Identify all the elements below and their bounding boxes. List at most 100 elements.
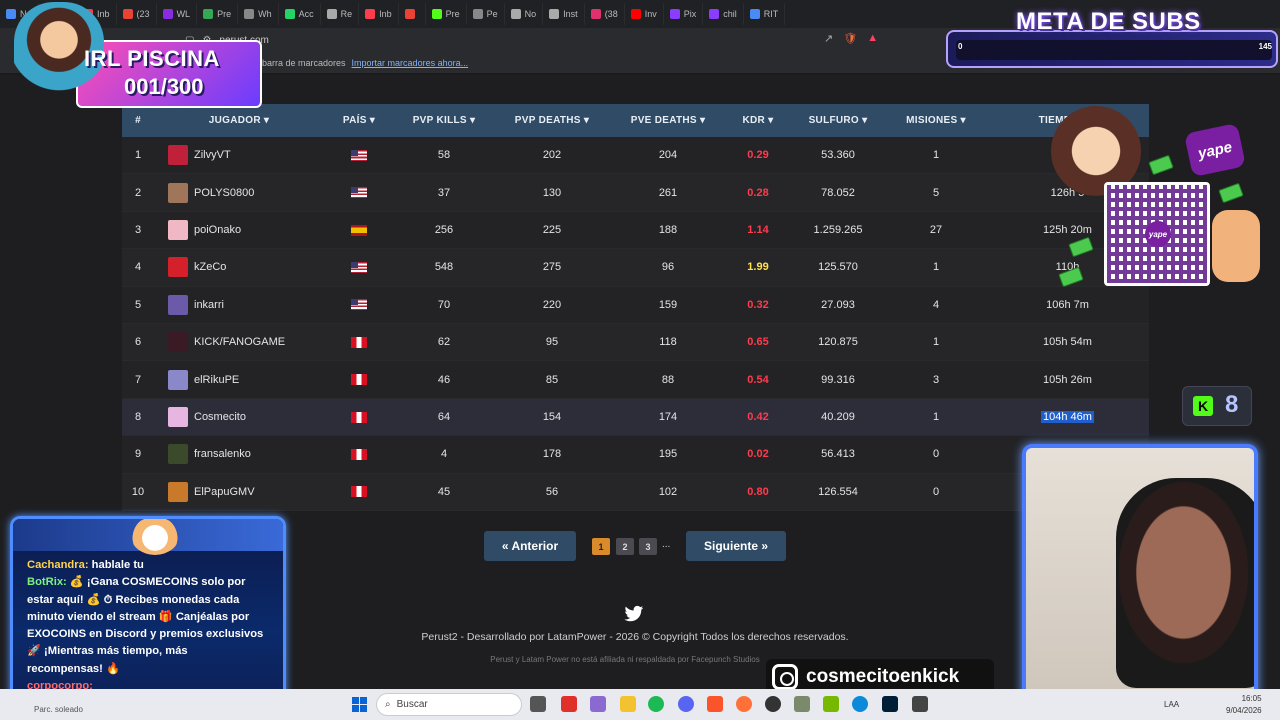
player-cell[interactable]: elRikuPE	[154, 369, 324, 390]
clock-time: 16:05	[1241, 694, 1262, 703]
browser-tab[interactable]: RIT	[744, 3, 786, 25]
browser-tab[interactable]: Pix	[664, 3, 704, 25]
windows-start-icon[interactable]	[352, 697, 367, 712]
header-player[interactable]: JUGADOR ▾	[154, 115, 324, 126]
player-avatar	[168, 294, 188, 315]
table-row[interactable]: 9 fransalenko 4 178 195 0.02 56.413 0	[122, 436, 1149, 474]
player-cell[interactable]: KICK/FANOGAME	[154, 332, 324, 353]
previous-page-button[interactable]: « Anterior	[484, 531, 576, 561]
tab-label: (38	[604, 9, 618, 19]
brave-rewards-icon[interactable]: ▲	[867, 32, 878, 45]
player-cell[interactable]: ZilvyVT	[154, 145, 324, 166]
nvidia-icon[interactable]	[823, 696, 839, 712]
header-pvp-deaths[interactable]: PVP DEATHS ▾	[494, 115, 610, 126]
header-misiones[interactable]: MISIONES ▾	[886, 115, 986, 126]
browser-tab[interactable]: No	[505, 3, 544, 25]
taskview-icon[interactable]	[530, 696, 546, 712]
search-placeholder: Buscar	[396, 699, 428, 710]
table-row[interactable]: 8 Cosmecito 64 154 174 0.42 40.209 1 104…	[122, 398, 1149, 437]
handle-text: cosmecitoenkick	[806, 666, 960, 687]
discord-icon[interactable]	[678, 696, 694, 712]
country-flag-icon	[351, 448, 367, 460]
clock-date: 9/04/2026	[1226, 706, 1262, 715]
browser-tab[interactable]: chil	[703, 3, 744, 25]
player-cell[interactable]: kZeCo	[154, 257, 324, 278]
kdr-cell: 0.02	[747, 448, 769, 461]
player-cell[interactable]: inkarri	[154, 294, 324, 315]
kdr-cell: 1.99	[747, 261, 769, 274]
misiones-cell: 1	[932, 149, 940, 162]
file-explorer-icon[interactable]	[620, 696, 636, 712]
table-row[interactable]: 7 elRikuPE 46 85 88 0.54 99.316 3 105h 2…	[122, 361, 1149, 399]
table-row[interactable]: 5 inkarri 70 220 159 0.32 27.093 4 106h …	[122, 286, 1149, 324]
language-indicator[interactable]: LAA	[1164, 700, 1179, 709]
table-row[interactable]: 10 ElPapuGMV 45 56 102 0.80 126.554 0	[122, 473, 1149, 511]
firefox-icon[interactable]	[736, 696, 752, 712]
pvp-deaths-cell: 95	[545, 336, 559, 349]
browser-tab[interactable]: Inb	[359, 3, 399, 25]
table-row[interactable]: 2 POLYS0800 37 130 261 0.28 78.052 5 126…	[122, 174, 1149, 212]
tiempo-cell: 104h 46m	[986, 410, 1149, 423]
tab-label: Re	[340, 9, 353, 19]
player-cell[interactable]: POLYS0800	[154, 182, 324, 203]
kdr-cell: 0.80	[747, 485, 769, 498]
header-sulfuro[interactable]: SULFURO ▾	[790, 115, 886, 126]
leaderboard-table: # JUGADOR ▾ PAÍS ▾ PVP KILLS ▾ PVP DEATH…	[122, 104, 1149, 511]
browser-tab[interactable]: Pe	[467, 3, 505, 25]
share-icon[interactable]: ↗	[824, 32, 833, 45]
table-row[interactable]: 1 ZilvyVT 58 202 204 0.29 53.360 1 13	[122, 137, 1149, 175]
spotify-icon[interactable]	[648, 696, 664, 712]
header-kdr[interactable]: KDR ▾	[726, 115, 790, 126]
twitter-icon[interactable]	[624, 605, 644, 623]
browser-tab[interactable]: Inst	[543, 3, 585, 25]
table-row[interactable]: 6 KICK/FANOGAME 62 95 118 0.65 120.875 1…	[122, 323, 1149, 362]
country-flag-icon	[351, 374, 367, 386]
app-icon[interactable]	[561, 696, 577, 712]
browser-tab[interactable]: (38	[585, 3, 625, 25]
browser-tab[interactable]: Inv	[625, 3, 664, 25]
table-row[interactable]: 4 kZeCo 548 275 96 1.99 125.570 1 110h	[122, 249, 1149, 287]
brave-icon[interactable]	[707, 696, 723, 712]
country-cell	[324, 336, 394, 348]
page-2-button[interactable]: 2	[616, 538, 634, 555]
header-rank[interactable]: #	[122, 115, 154, 126]
player-cell[interactable]: Cosmecito	[154, 406, 324, 427]
obs-icon[interactable]	[765, 696, 781, 712]
pagination-ellipsis: ...	[662, 539, 671, 550]
sulfuro-cell: 1.259.265	[813, 223, 863, 236]
weather-status[interactable]: Parc. soleado	[34, 705, 83, 714]
page-1-button[interactable]: 1	[592, 538, 610, 555]
player-cell[interactable]: ElPapuGMV	[154, 481, 324, 502]
header-pvp-kills[interactable]: PVP KILLS ▾	[394, 115, 494, 126]
next-page-button[interactable]: Siguiente »	[686, 531, 786, 561]
player-name: inkarri	[194, 298, 224, 311]
kdr-cell: 0.54	[747, 373, 769, 386]
player-cell[interactable]: fransalenko	[154, 444, 324, 465]
browser-tab[interactable]: Pre	[426, 3, 467, 25]
header-pve-deaths[interactable]: PVE DEATHS ▾	[610, 115, 726, 126]
browser-tab[interactable]	[399, 3, 426, 25]
app-icon[interactable]	[794, 696, 810, 712]
misiones-cell: 27	[929, 223, 943, 236]
import-bookmarks-link[interactable]: Importar marcadores ahora...	[352, 58, 469, 68]
system-clock[interactable]: 16:05 9/04/2026	[1226, 693, 1262, 717]
pvp-deaths-cell: 225	[542, 223, 562, 236]
misiones-cell: 1	[932, 261, 940, 274]
calculator-icon[interactable]	[912, 696, 928, 712]
edge-icon[interactable]	[852, 696, 868, 712]
search-icon: ⌕	[385, 699, 391, 710]
brave-shield-icon[interactable]: 🛡	[843, 32, 857, 45]
page-3-button[interactable]: 3	[639, 538, 657, 555]
browser-tab[interactable]: Re	[321, 3, 360, 25]
qr-yape-center: yape	[1145, 221, 1171, 247]
player-cell[interactable]: poiOnako	[154, 219, 324, 240]
photoshop-icon[interactable]	[882, 696, 898, 712]
header-country[interactable]: PAÍS ▾	[324, 115, 394, 126]
player-avatar	[168, 145, 188, 166]
rank-cell: 7	[134, 373, 142, 386]
taskbar-search[interactable]: ⌕ Buscar	[376, 693, 522, 716]
browser-tab[interactable]: Acc	[279, 3, 321, 25]
table-row[interactable]: 3 poiOnako 256 225 188 1.14 1.259.265 27…	[122, 211, 1149, 250]
app-icon[interactable]	[590, 696, 606, 712]
tab-label: Acc	[298, 9, 314, 19]
